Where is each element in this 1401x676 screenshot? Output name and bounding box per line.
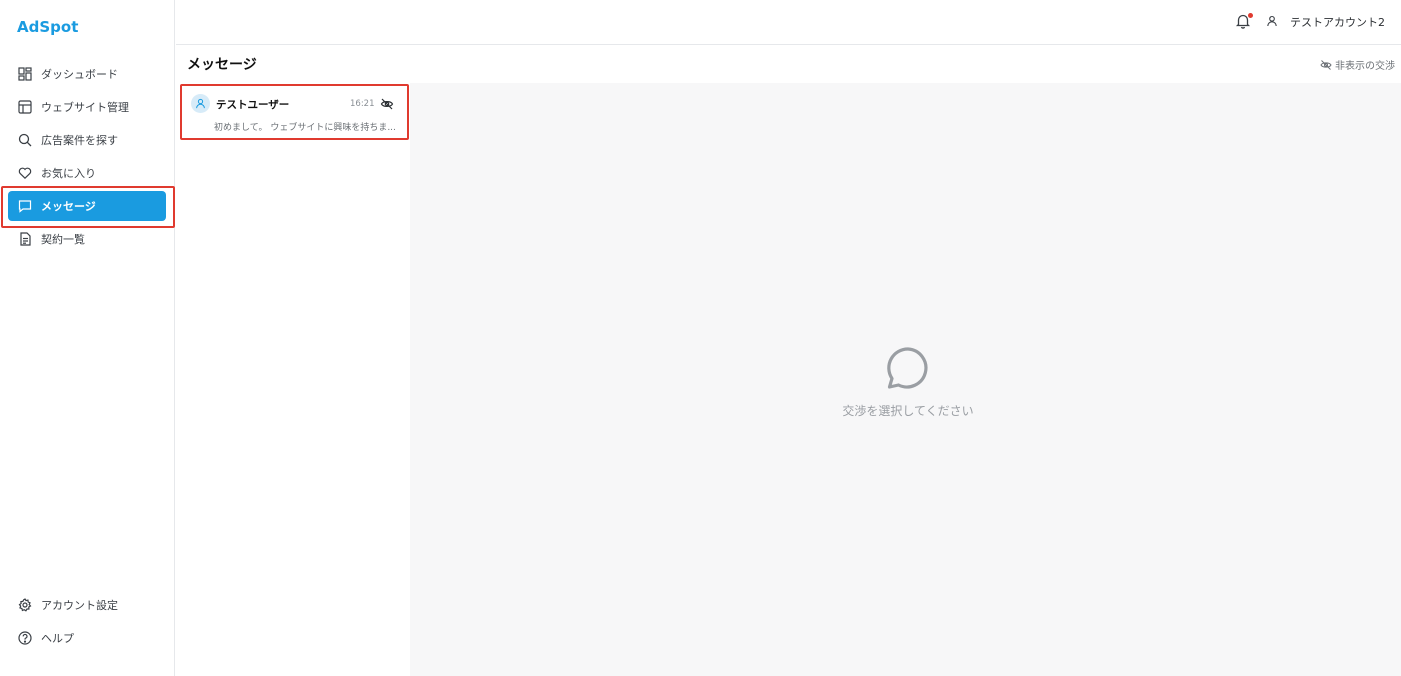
eye-off-icon (1320, 59, 1332, 71)
user-icon (1266, 15, 1280, 29)
sidebar-item-label: メッセージ (41, 200, 96, 213)
sidebar-item-label: 契約一覧 (41, 233, 85, 246)
eye-off-icon (380, 98, 394, 110)
account-menu[interactable]: テストアカウント2 (1266, 14, 1385, 30)
sidebar-bottom-nav: アカウント設定 ヘルプ (8, 590, 166, 656)
sidebar-item-label: 広告案件を探す (41, 134, 118, 147)
search-icon (17, 133, 32, 148)
notification-badge (1248, 13, 1253, 18)
empty-state-message: 交渉を選択してください (842, 404, 974, 418)
document-icon (17, 232, 32, 247)
sidebar-item-website-management[interactable]: ウェブサイト管理 (8, 92, 166, 122)
top-bar: テストアカウント2 (176, 0, 1401, 45)
page-header: メッセージ 非表示の交渉 (176, 46, 1401, 83)
hide-conversation-button[interactable] (380, 97, 394, 111)
dashboard-icon (17, 67, 32, 82)
hidden-negotiations-label: 非表示の交渉 (1335, 61, 1395, 72)
chat-bubble-icon (887, 347, 928, 389)
notification-button[interactable] (1235, 13, 1253, 31)
heart-icon (17, 166, 32, 181)
sidebar-item-account-settings[interactable]: アカウント設定 (8, 590, 166, 620)
sidebar-item-find-ads[interactable]: 広告案件を探す (8, 125, 166, 155)
sidebar-item-label: ヘルプ (41, 632, 74, 645)
message-icon (17, 199, 32, 214)
hidden-negotiations-toggle[interactable]: 非表示の交渉 (1320, 57, 1395, 72)
sidebar-item-label: ダッシュボード (41, 68, 118, 81)
sidebar-item-label: アカウント設定 (41, 599, 118, 612)
page-title: メッセージ (187, 57, 257, 73)
account-name: テストアカウント2 (1290, 16, 1385, 29)
sidebar-item-messages[interactable]: メッセージ (1, 186, 175, 228)
conversation-list: テストユーザー 16:21 初めまして。 ウェブサイトに興味を持ちま... (176, 83, 410, 676)
conversation-item[interactable]: テストユーザー 16:21 初めまして。 ウェブサイトに興味を持ちま... (180, 84, 409, 140)
conversation-name: テストユーザー (216, 99, 290, 111)
empty-state: 交渉を選択してください (410, 345, 1401, 419)
sidebar-item-label: ウェブサイト管理 (41, 101, 129, 114)
layout-icon (17, 100, 32, 115)
sidebar-nav: ダッシュボード ウェブサイト管理 広告案件を探す お気に入り メッセージ 契約一… (1, 59, 175, 257)
gear-icon (17, 598, 32, 613)
conversation-detail: 交渉を選択してください (410, 83, 1401, 676)
avatar (191, 94, 210, 113)
sidebar-item-contracts[interactable]: 契約一覧 (8, 224, 166, 254)
sidebar-item-favorites[interactable]: お気に入り (8, 158, 166, 188)
app-logo[interactable]: AdSpot (17, 18, 78, 36)
conversation-time: 16:21 (350, 99, 375, 109)
user-icon (196, 98, 205, 109)
sidebar: AdSpot ダッシュボード ウェブサイト管理 広告案件を探す お気に入り メッ… (0, 0, 175, 676)
sidebar-item-dashboard[interactable]: ダッシュボード (8, 59, 166, 89)
help-icon (17, 631, 32, 646)
sidebar-item-label: お気に入り (41, 167, 96, 180)
conversation-preview: 初めまして。 ウェブサイトに興味を持ちま... (214, 123, 396, 133)
sidebar-item-help[interactable]: ヘルプ (8, 623, 166, 653)
